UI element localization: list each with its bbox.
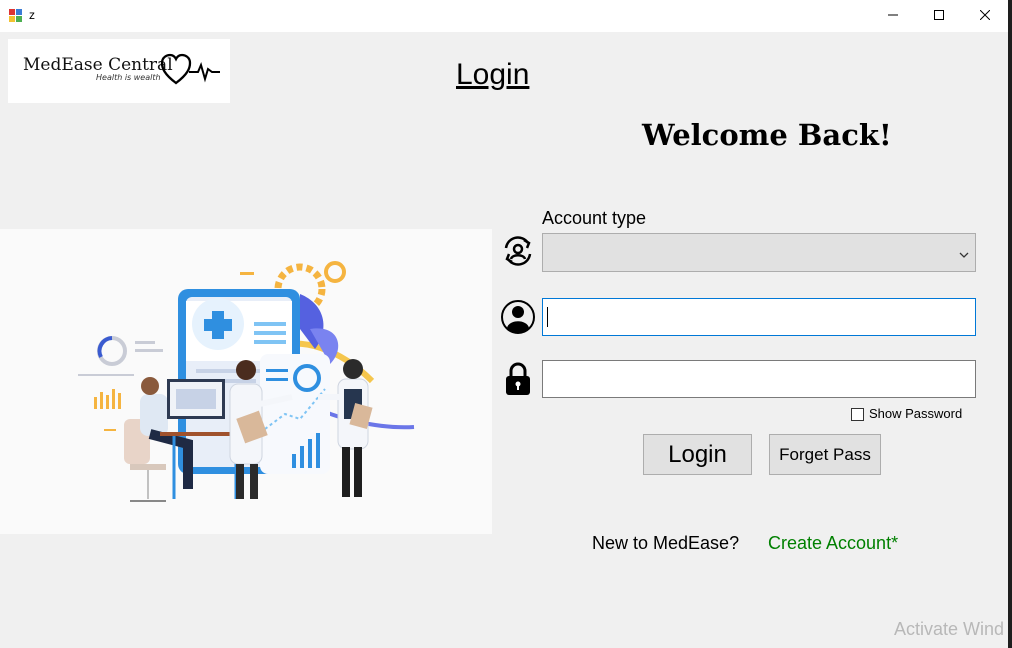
account-switch-icon [500,234,536,273]
logo: MedEase Central Health is wealth [8,39,230,103]
background-window-edge [1008,0,1012,648]
account-type-label: Account type [542,208,647,228]
maximize-button[interactable] [916,0,962,32]
title-bar: z [0,0,1008,32]
medical-team-illustration [0,229,492,534]
show-password-label[interactable]: Show Password [869,406,962,421]
password-field[interactable] [542,360,976,398]
user-icon [500,299,536,340]
minimize-button[interactable] [870,0,916,32]
minimize-icon [888,7,898,25]
chevron-down-icon [959,246,969,264]
maximize-icon [934,7,944,25]
close-button[interactable] [962,0,1008,32]
signup-prompt: New to MedEase? [592,533,740,553]
show-password-checkbox[interactable] [851,408,864,421]
text-cursor [547,307,548,327]
page-title: Login [456,58,530,91]
window-title: z [29,8,35,22]
login-button[interactable]: Login [643,434,752,475]
app-icon [8,8,24,24]
lock-icon [504,362,532,401]
logo-tagline: Health is wealth [96,73,161,82]
create-account-link[interactable]: Create Account* [768,533,898,554]
forget-password-button[interactable]: Forget Pass [769,434,881,475]
welcome-heading: Welcome Back! [642,118,892,152]
heartbeat-icon [160,53,222,92]
account-type-select[interactable] [542,233,976,272]
activate-windows-watermark: Activate Wind [894,619,1005,639]
logo-brand: MedEase Central [23,55,173,75]
username-field[interactable] [542,298,976,336]
close-icon [979,7,991,25]
